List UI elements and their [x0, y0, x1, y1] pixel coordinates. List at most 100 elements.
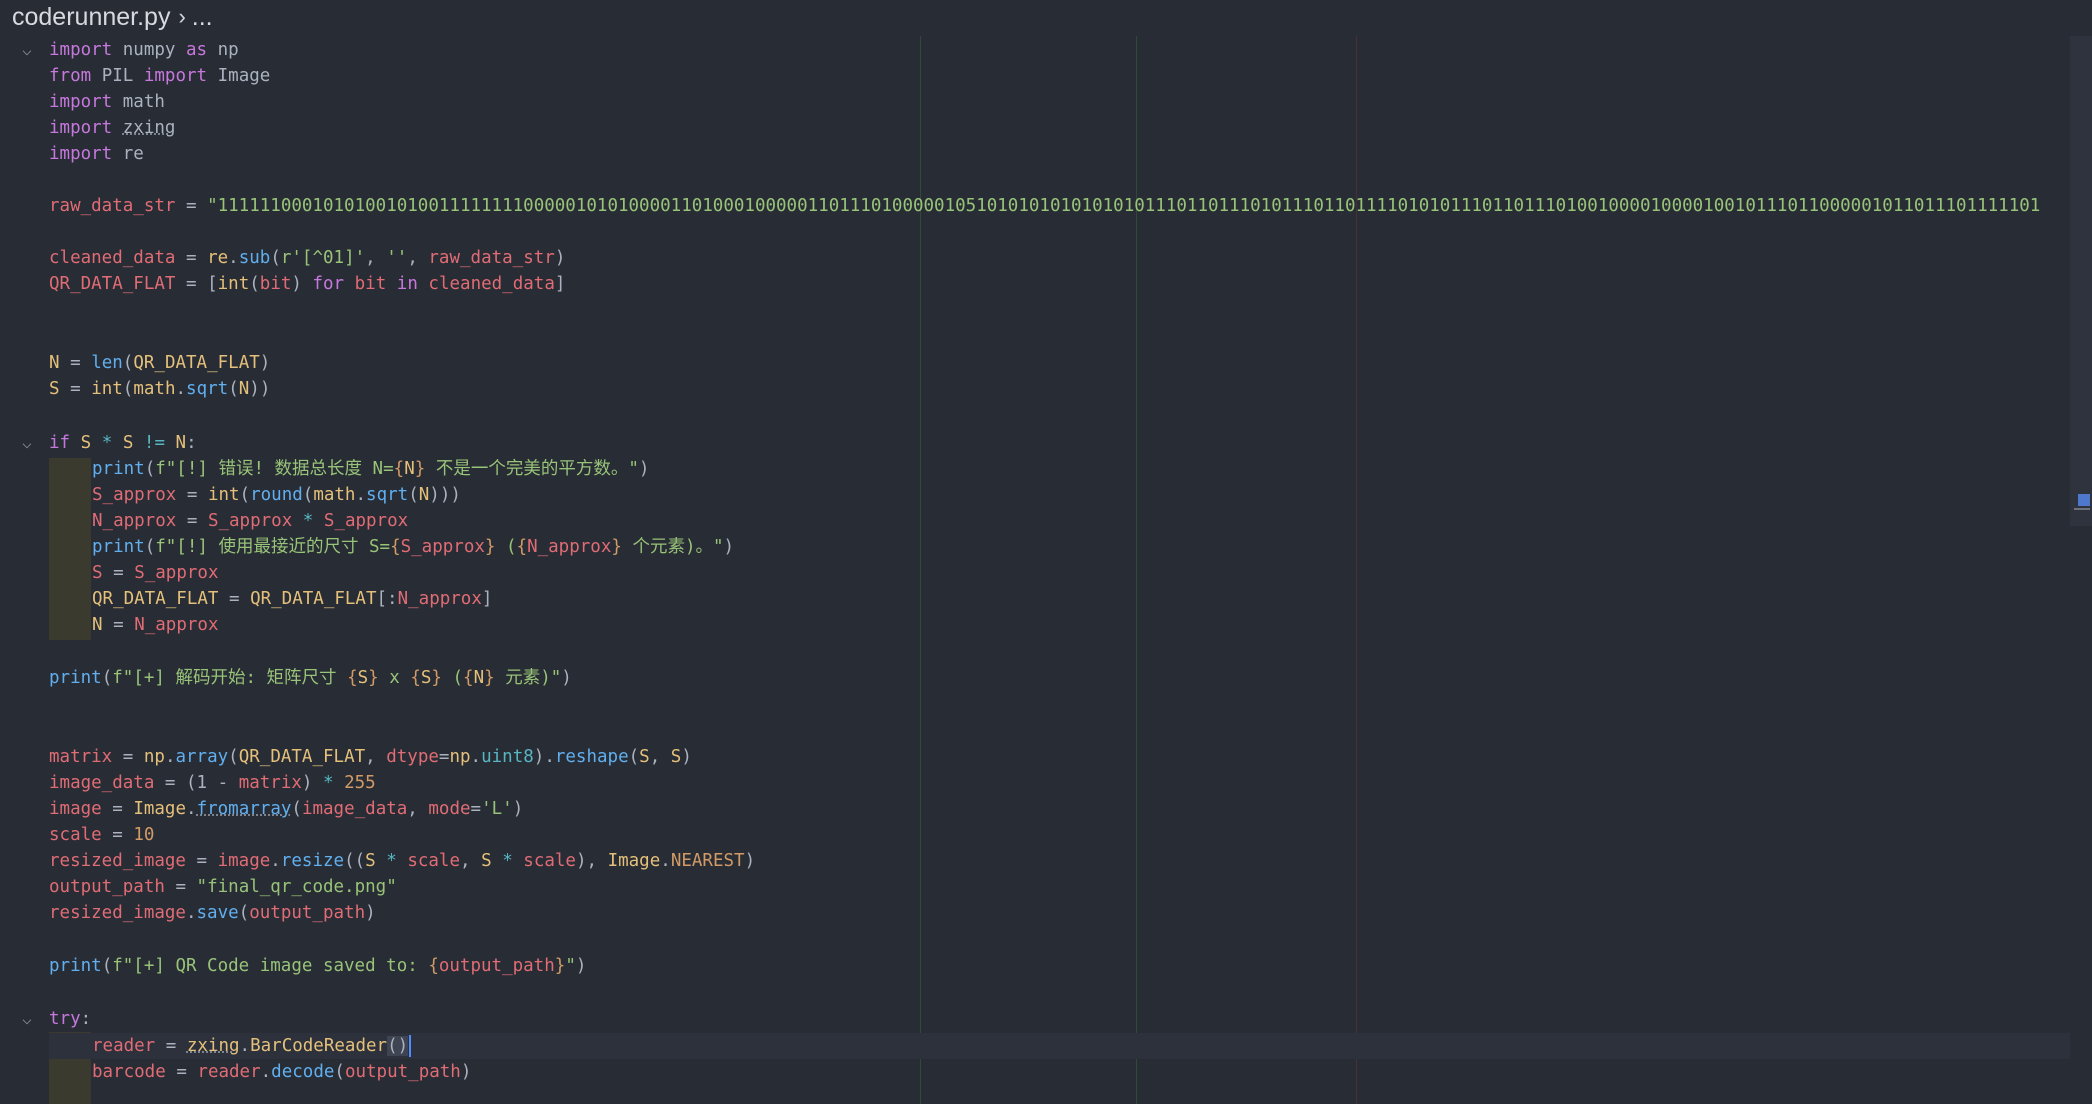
code-line[interactable]: reader = zxing.BarCodeReader() — [92, 1033, 412, 1059]
chevron-down-icon[interactable]: ⌵ — [16, 37, 38, 63]
token-module: Image — [217, 66, 271, 86]
token-variable: raw_data_str — [49, 196, 176, 216]
token-operator: = — [185, 196, 197, 216]
breadcrumb: coderunner.py › ... — [0, 0, 2092, 34]
token-operator: = — [228, 589, 240, 609]
token-function: save — [196, 903, 239, 923]
breadcrumb-more[interactable]: ... — [192, 3, 213, 32]
token-punct: [: — [376, 589, 398, 609]
token-string: f"[!] 使用最接近的尺寸 S= — [155, 537, 391, 557]
code-line[interactable]: QR_DATA_FLAT = [int(bit) for bit in clea… — [49, 271, 565, 297]
token-keyword: import — [49, 118, 113, 138]
token-builtin: int — [91, 379, 123, 399]
token-punct: } — [431, 668, 442, 688]
code-line[interactable]: print(f"[!] 使用最接近的尺寸 S={S_approx} ({N_ap… — [92, 534, 734, 560]
token-function: print — [49, 668, 102, 688]
token-class: Image — [133, 799, 187, 819]
token-punct: ( — [291, 799, 302, 819]
code-line[interactable]: scale = 10 — [49, 822, 154, 848]
token-punct: , — [460, 851, 482, 871]
token-operator: != — [143, 433, 165, 453]
token-module: np — [217, 40, 239, 60]
token-punct: ) — [460, 1062, 472, 1082]
token-variable: cleaned_data — [428, 274, 555, 294]
token-module: math — [133, 379, 176, 399]
code-line[interactable]: raw_data_str = "111111000101010010100111… — [49, 193, 2040, 219]
token-string: 元素)" — [494, 668, 562, 688]
token-keyword: for — [312, 274, 345, 294]
code-line[interactable]: import zxing — [49, 115, 175, 141]
token-punct: : — [186, 433, 197, 453]
token-variable: QR_DATA_FLAT — [238, 747, 366, 767]
token-module: PIL — [101, 66, 134, 86]
code-line[interactable]: print(f"[!] 错误! 数据总长度 N={N} 不是一个完美的平方数。"… — [92, 456, 649, 482]
token-function: len — [91, 353, 123, 373]
breadcrumb-file[interactable]: coderunner.py — [12, 3, 170, 32]
token-variable: S_approx — [134, 563, 219, 583]
token-operator: * — [302, 511, 314, 531]
token-punct: ( — [239, 485, 251, 505]
token-function: print — [92, 459, 145, 479]
token-string: f"[+] 解码开始: 矩阵尺寸 — [112, 668, 348, 688]
token-punct: } — [484, 537, 496, 557]
token-operator: = — [185, 248, 197, 268]
code-line[interactable]: N = len(QR_DATA_FLAT) — [49, 350, 270, 376]
token-punct: ))) — [429, 485, 461, 505]
token-variable: S_approx — [207, 511, 293, 531]
token-module: numpy — [122, 40, 176, 60]
token-keyword: try — [49, 1009, 81, 1029]
text-cursor — [409, 1035, 412, 1057]
code-line[interactable]: image_data = (1 - matrix) * 255 — [49, 770, 376, 796]
token-keyword: import — [49, 144, 113, 164]
code-line[interactable]: S = int(math.sqrt(N)) — [49, 376, 270, 402]
code-line[interactable]: N = N_approx — [92, 612, 218, 638]
token-variable: N — [175, 433, 187, 453]
code-line[interactable]: import numpy as np — [49, 37, 239, 63]
token-variable: scale — [523, 851, 576, 871]
token-punct: . — [355, 485, 367, 505]
code-line[interactable]: from PIL import Image — [49, 63, 270, 89]
code-line[interactable]: import re — [49, 141, 144, 167]
token-operator: = — [185, 274, 197, 294]
code-line[interactable]: cleaned_data = re.sub(r'[^01]', '', raw_… — [49, 245, 565, 271]
code-line[interactable]: resized_image = image.resize((S * scale,… — [49, 848, 755, 874]
code-line[interactable]: barcode = reader.decode(output_path) — [92, 1059, 471, 1085]
chevron-down-icon[interactable]: ⌵ — [16, 430, 38, 456]
code-line[interactable]: print(f"[+] 解码开始: 矩阵尺寸 {S} x {S} ({N} 元素… — [49, 665, 572, 691]
token-punct: ( — [249, 274, 260, 294]
token-operator: = — [113, 615, 124, 635]
code-line[interactable]: resized_image.save(output_path) — [49, 900, 376, 926]
token-keyword: from — [49, 66, 92, 86]
token-punct: [ — [207, 274, 218, 294]
code-line[interactable]: S_approx = int(round(math.sqrt(N))) — [92, 482, 461, 508]
chevron-down-icon[interactable]: ⌵ — [16, 1006, 38, 1032]
code-line[interactable]: print(f"[+] QR Code image saved to: {out… — [49, 953, 586, 979]
token-variable: output_path — [438, 956, 555, 976]
token-punct: , — [407, 248, 429, 268]
code-line[interactable]: image = Image.fromarray(image_data, mode… — [49, 796, 523, 822]
token-punct: } — [554, 956, 566, 976]
token-function: reshape — [554, 747, 629, 767]
token-punct: ). — [533, 747, 555, 767]
token-function: decode — [271, 1062, 335, 1082]
code-line[interactable]: QR_DATA_FLAT = QR_DATA_FLAT[:N_approx] — [92, 586, 492, 612]
token-variable: image_data — [49, 773, 155, 793]
token-punct: ) — [638, 459, 650, 479]
token-variable: output_path — [344, 1062, 461, 1082]
code-line[interactable]: S = S_approx — [92, 560, 218, 586]
code-line[interactable]: import math — [49, 89, 165, 115]
vertical-scrollbar[interactable] — [2070, 36, 2092, 526]
token-string: 不是一个完美的平方数。" — [425, 459, 639, 479]
token-variable: QR_DATA_FLAT — [92, 589, 219, 609]
code-line[interactable]: matrix = np.array(QR_DATA_FLAT, dtype=np… — [49, 744, 692, 770]
scroll-position-marker — [2078, 494, 2090, 506]
code-line[interactable]: N_approx = S_approx * S_approx — [92, 508, 408, 534]
token-variable: S — [420, 668, 432, 688]
code-line[interactable]: try: — [49, 1006, 91, 1032]
token-variable: S_approx — [323, 511, 409, 531]
token-variable: QR_DATA_FLAT — [49, 274, 176, 294]
code-line[interactable]: if S * S != N: — [49, 430, 197, 456]
token-punct: { — [428, 956, 439, 976]
code-line[interactable]: output_path = "final_qr_code.png" — [49, 874, 397, 900]
token-variable: N_approx — [92, 511, 177, 531]
